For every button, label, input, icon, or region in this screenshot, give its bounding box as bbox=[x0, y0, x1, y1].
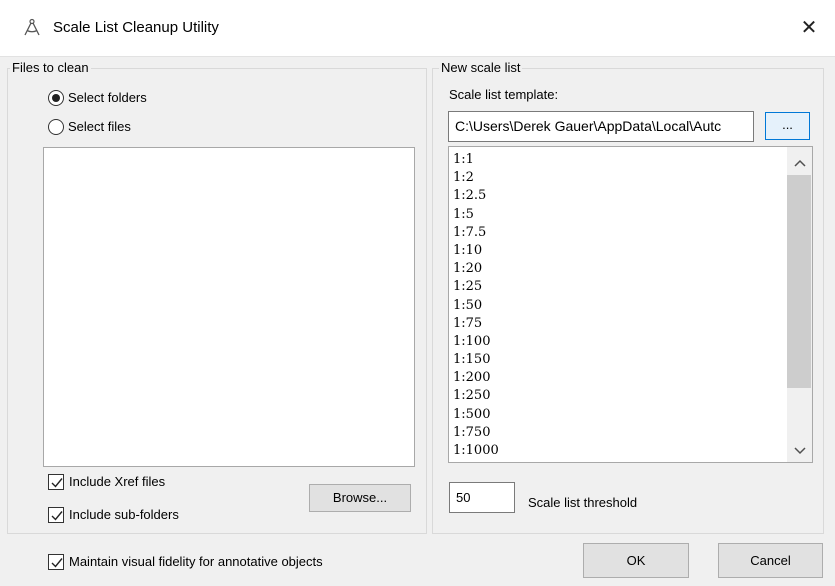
include-xref-label[interactable]: Include Xref files bbox=[69, 473, 165, 491]
scale-list-item[interactable]: 1:150 bbox=[453, 351, 499, 369]
scale-list-item[interactable]: 1:50 bbox=[453, 297, 499, 315]
select-folders-radio[interactable] bbox=[48, 90, 64, 106]
scale-list-item[interactable]: 1:10 bbox=[453, 242, 499, 260]
scroll-down-icon[interactable] bbox=[787, 440, 812, 464]
select-files-radio[interactable] bbox=[48, 119, 64, 135]
browse-button-label: Browse... bbox=[332, 490, 388, 505]
scale-list-item[interactable]: 1:1000 bbox=[453, 442, 499, 460]
browse-template-button[interactable]: ... bbox=[765, 112, 810, 140]
window-title: Scale List Cleanup Utility bbox=[53, 19, 219, 36]
browse-button[interactable]: Browse... bbox=[309, 484, 411, 512]
scroll-up-icon[interactable] bbox=[787, 152, 812, 176]
scale-items: 1:1 1:2 1:2.5 1:5 1:7.5 1:10 1:20 1:25 1:50 1:75 1… bbox=[453, 151, 499, 460]
scale-list-item[interactable]: 1:250 bbox=[453, 387, 499, 405]
close-icon: ✕ bbox=[800, 17, 818, 39]
threshold-input[interactable]: 50 bbox=[449, 482, 515, 513]
scale-list-item[interactable]: 1:75 bbox=[453, 315, 499, 333]
checkmark-icon bbox=[51, 558, 63, 568]
scale-list[interactable]: 1:1 1:2 1:2.5 1:5 1:7.5 1:10 1:20 1:25 1:50 1:75 1… bbox=[448, 146, 813, 463]
scale-list-item[interactable]: 1:25 bbox=[453, 278, 499, 296]
scale-list-item[interactable]: 1:5 bbox=[453, 206, 499, 224]
scale-list-item[interactable]: 1:7.5 bbox=[453, 224, 499, 242]
scrollbar-thumb[interactable] bbox=[787, 175, 811, 388]
scale-list-item[interactable]: 1:1 bbox=[453, 151, 499, 169]
checkmark-icon bbox=[51, 478, 63, 488]
files-list[interactable] bbox=[43, 147, 415, 467]
close-button[interactable]: ✕ bbox=[792, 14, 826, 42]
ok-button-label: OK bbox=[626, 553, 646, 568]
select-files-label[interactable]: Select files bbox=[68, 118, 131, 136]
ok-button[interactable]: OK bbox=[583, 543, 689, 578]
include-xref-checkbox[interactable] bbox=[48, 474, 64, 490]
scale-list-item[interactable]: 1:2.5 bbox=[453, 187, 499, 205]
scale-list-item[interactable]: 1:2 bbox=[453, 169, 499, 187]
scale-list-item[interactable]: 1:100 bbox=[453, 333, 499, 351]
scale-list-item[interactable]: 1:200 bbox=[453, 369, 499, 387]
ellipsis-label: ... bbox=[782, 117, 793, 132]
select-folders-label[interactable]: Select folders bbox=[68, 89, 147, 107]
title-bar: Scale List Cleanup Utility ✕ bbox=[0, 0, 835, 56]
compass-icon bbox=[22, 18, 42, 38]
checkmark-icon bbox=[51, 511, 63, 521]
include-subfolders-label[interactable]: Include sub-folders bbox=[69, 506, 179, 524]
fidelity-label[interactable]: Maintain visual fidelity for annotative … bbox=[69, 553, 323, 571]
template-label: Scale list template: bbox=[449, 87, 559, 102]
threshold-label: Scale list threshold bbox=[528, 495, 638, 510]
files-group-legend: Files to clean bbox=[10, 60, 91, 76]
cancel-button-label: Cancel bbox=[750, 553, 791, 568]
fidelity-checkbox[interactable] bbox=[48, 554, 64, 570]
template-path-field[interactable]: C:\Users\Derek Gauer\AppData\Local\Autc bbox=[448, 111, 754, 142]
cancel-button[interactable]: Cancel bbox=[718, 543, 823, 578]
scale-list-item[interactable]: 1:500 bbox=[453, 406, 499, 424]
scale-group-legend: New scale list bbox=[439, 60, 523, 76]
scale-list-item[interactable]: 1:750 bbox=[453, 424, 499, 442]
include-subfolders-checkbox[interactable] bbox=[48, 507, 64, 523]
scale-list-item[interactable]: 1:20 bbox=[453, 260, 499, 278]
